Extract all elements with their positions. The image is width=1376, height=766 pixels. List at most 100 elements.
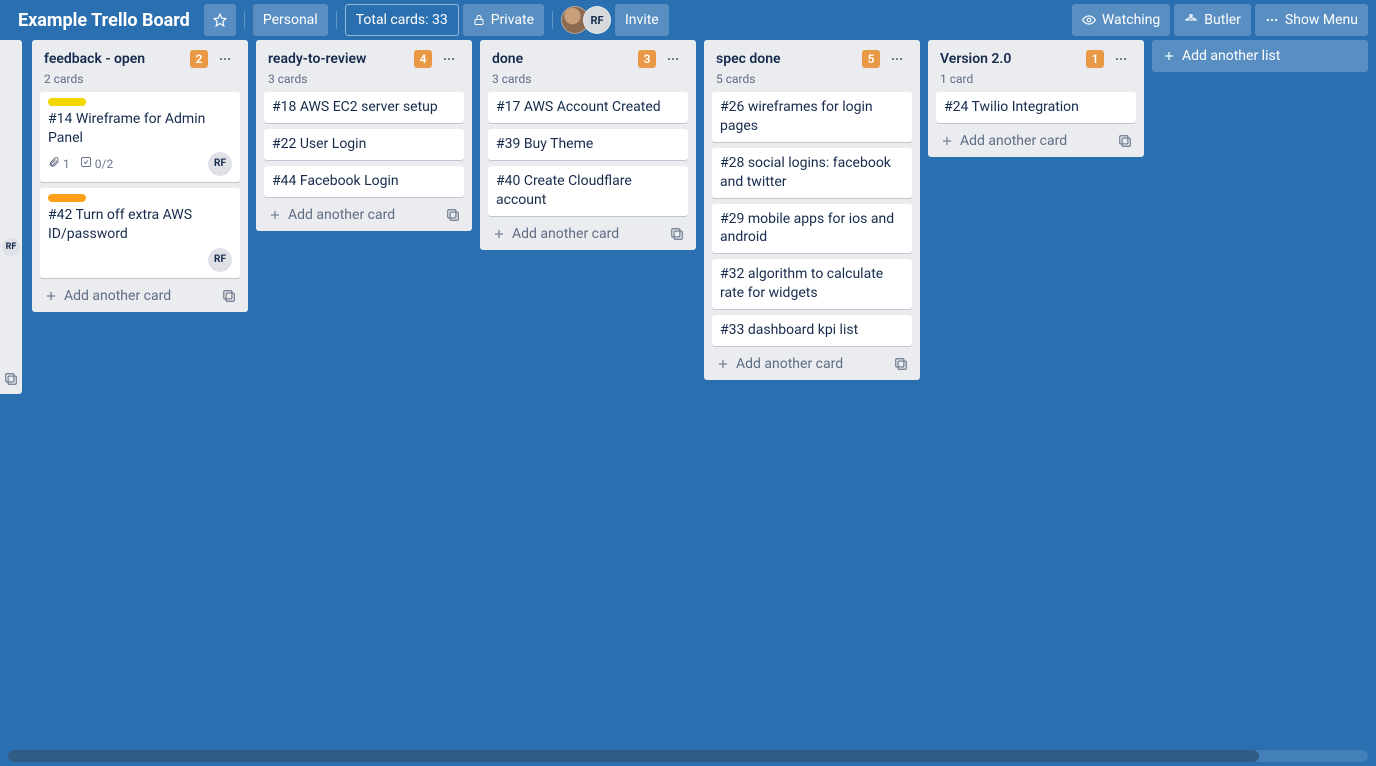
card[interactable]: #32 algorithm to calculate rate for widg… [712, 259, 912, 309]
card[interactable]: #26 wireframes for login pages [712, 92, 912, 142]
list-menu-button[interactable] [886, 48, 908, 70]
list-name[interactable]: spec done [716, 51, 856, 67]
list-menu-button[interactable] [438, 48, 460, 70]
scrollbar-thumb[interactable] [8, 750, 1259, 762]
list-menu-button[interactable] [214, 48, 236, 70]
card[interactable]: #44 Facebook Login [264, 166, 464, 197]
list-menu-button[interactable] [662, 48, 684, 70]
list[interactable]: Version 2.011 card#24 Twilio Integration… [928, 40, 1144, 157]
card-footer: RF [48, 248, 232, 272]
peek-list[interactable]: RF [0, 40, 22, 394]
add-card-label: Add another card [960, 133, 1067, 149]
card[interactable]: #33 dashboard kpi list [712, 315, 912, 346]
template-icon[interactable] [222, 289, 236, 303]
list-header: feedback - open 2 [40, 48, 240, 72]
card-label[interactable] [48, 98, 86, 106]
card-title: #32 algorithm to calculate rate for widg… [720, 265, 904, 303]
card-title: #18 AWS EC2 server setup [272, 98, 456, 117]
trello-board: Example Trello Board Personal Total card… [0, 0, 1376, 766]
list-name[interactable]: Version 2.0 [940, 51, 1080, 67]
template-icon[interactable] [1118, 134, 1132, 148]
ellipsis-icon [218, 52, 232, 66]
board-title[interactable]: Example Trello Board [8, 4, 200, 36]
add-card-button[interactable]: Add another card [712, 350, 912, 374]
cards: #18 AWS EC2 server setup #22 User Login #4… [264, 92, 464, 197]
card[interactable]: #42 Turn off extra AWS ID/passwordRF [40, 188, 240, 278]
cards: #17 AWS Account Created #39 Buy Theme #40 … [488, 92, 688, 216]
board-members[interactable]: RF [561, 6, 611, 34]
visibility-button[interactable]: Private [463, 4, 544, 36]
template-icon[interactable] [446, 208, 460, 222]
list[interactable]: done 3 3 cards#17 AWS Account Created #39 B… [480, 40, 696, 250]
list-name[interactable]: feedback - open [44, 51, 184, 67]
add-card-button[interactable]: Add another card [488, 220, 688, 244]
list-count-badge: 5 [862, 50, 880, 68]
watching-label: Watching [1102, 12, 1160, 28]
list-header: done 3 [488, 48, 688, 72]
invite-button[interactable]: Invite [615, 4, 669, 36]
card[interactable]: #18 AWS EC2 server setup [264, 92, 464, 123]
list-menu-button[interactable] [1110, 48, 1132, 70]
butler-icon [1184, 13, 1198, 27]
divider [244, 11, 245, 29]
total-cards-button[interactable]: Total cards: 33 [345, 4, 459, 36]
card-label[interactable] [48, 194, 86, 202]
list-subtitle: 3 cards [488, 72, 688, 92]
card[interactable]: #28 social logins: facebook and twitter [712, 148, 912, 198]
card[interactable]: #17 AWS Account Created [488, 92, 688, 123]
add-card-button[interactable]: Add another card [936, 127, 1136, 151]
avatar[interactable]: RF [583, 6, 611, 34]
card-title: #40 Create Cloudflare account [496, 172, 680, 210]
template-icon[interactable] [894, 357, 908, 371]
checklist-count: 0/2 [95, 157, 113, 171]
watching-button[interactable]: Watching [1072, 4, 1170, 36]
show-menu-button[interactable]: Show Menu [1255, 4, 1368, 36]
card[interactable]: #40 Create Cloudflare account [488, 166, 688, 216]
add-card-button[interactable]: Add another card [40, 282, 240, 306]
card-title: #29 mobile apps for ios and android [720, 210, 904, 248]
divider [552, 11, 553, 29]
card-title: #26 wireframes for login pages [720, 98, 904, 136]
personal-label: Personal [263, 12, 318, 28]
eye-icon [1082, 13, 1096, 27]
list[interactable]: ready-to-review43 cards#18 AWS EC2 serve… [256, 40, 472, 231]
add-card-label: Add another card [736, 356, 843, 372]
card-footer: 10/2RF [48, 152, 232, 176]
card[interactable]: #39 Buy Theme [488, 129, 688, 160]
list-count-badge: 2 [190, 50, 208, 68]
avatar[interactable]: RF [2, 238, 20, 256]
avatar[interactable]: RF [208, 248, 232, 272]
card[interactable]: #24 Twilio Integration [936, 92, 1136, 123]
plus-icon [44, 289, 58, 303]
avatar[interactable]: RF [208, 152, 232, 176]
list-count-badge: 3 [638, 50, 656, 68]
board-canvas[interactable]: RF feedback - open22 cards#14 Wireframe … [0, 40, 1376, 766]
checklist-badge: 0/2 [80, 156, 113, 171]
add-list-button[interactable]: Add another list [1152, 40, 1368, 72]
list-name[interactable]: done [492, 51, 632, 67]
list-subtitle: 5 cards [712, 72, 912, 92]
card[interactable]: #29 mobile apps for ios and android [712, 204, 912, 254]
list[interactable]: feedback - open22 cards#14 Wireframe for… [32, 40, 248, 312]
template-icon[interactable] [4, 372, 18, 386]
ellipsis-icon [1114, 52, 1128, 66]
plus-icon [716, 357, 730, 371]
card[interactable]: #22 User Login [264, 129, 464, 160]
star-button[interactable] [204, 4, 236, 36]
ellipsis-icon [890, 52, 904, 66]
plus-icon [1162, 49, 1176, 63]
card[interactable]: #14 Wireframe for Admin Panel10/2RF [40, 92, 240, 182]
list[interactable]: spec done55 cards#26 wireframes for logi… [704, 40, 920, 380]
cards: #26 wireframes for login pages #28 social… [712, 92, 912, 346]
horizontal-scrollbar[interactable] [8, 750, 1368, 762]
personal-button[interactable]: Personal [253, 4, 328, 36]
add-card-button[interactable]: Add another card [264, 201, 464, 225]
butler-button[interactable]: Butler [1174, 4, 1251, 36]
lock-icon [473, 14, 485, 26]
add-card-label: Add another card [288, 207, 395, 223]
list-name[interactable]: ready-to-review [268, 51, 408, 67]
card-title: #33 dashboard kpi list [720, 321, 904, 340]
list-header: ready-to-review4 [264, 48, 464, 72]
list-subtitle: 1 card [936, 72, 1136, 92]
template-icon[interactable] [670, 227, 684, 241]
